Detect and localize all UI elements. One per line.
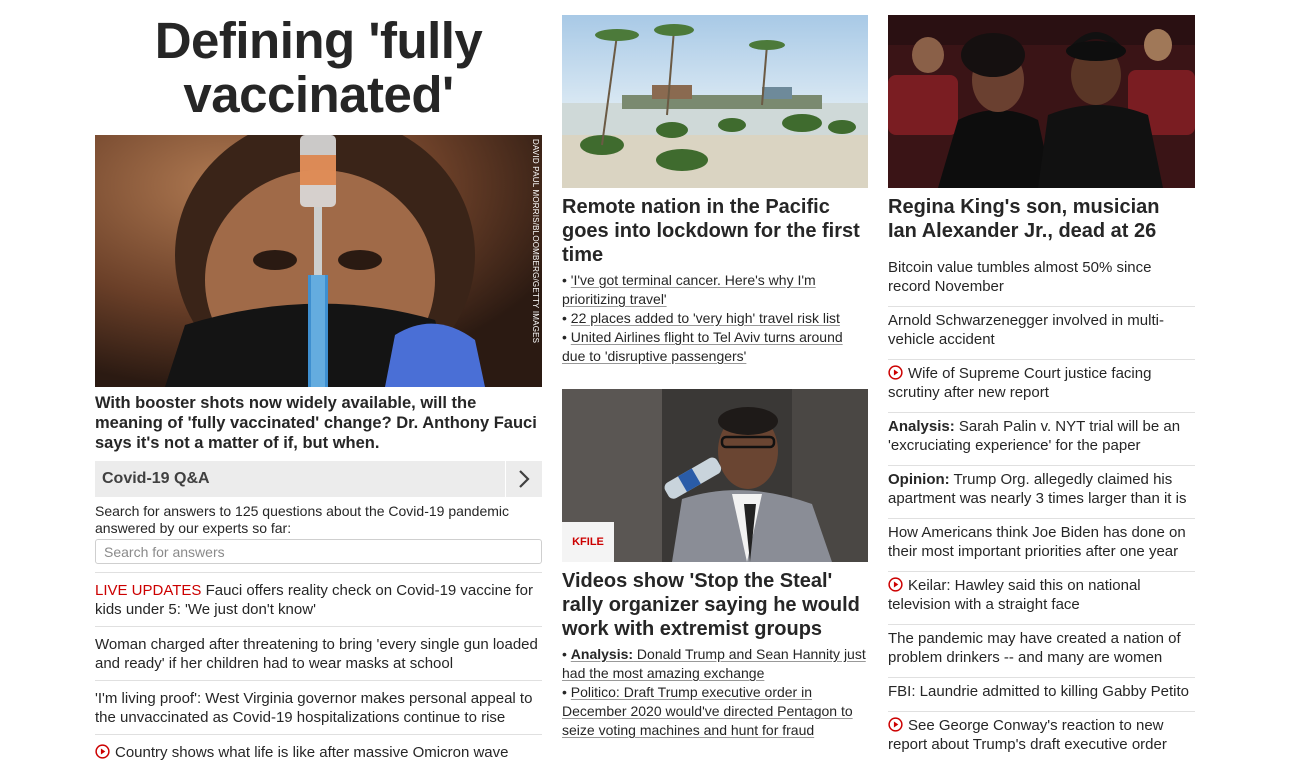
hero-headline[interactable]: Defining 'fully vaccinated' (95, 14, 542, 122)
list-item-text: 'I'm living proof': West Virginia govern… (95, 690, 533, 726)
list-item-text: See George Conway's reaction to new repo… (888, 717, 1167, 753)
list-item[interactable]: Arnold Schwarzenegger involved in multi-… (888, 307, 1195, 360)
analysis-label: Analysis: (888, 418, 955, 435)
lead-story-list: LIVE UPDATES Fauci offers reality check … (95, 572, 542, 770)
lead-story-column: Defining 'fully vaccinated' DAVID PAUL M… (95, 0, 542, 761)
related-link-item: • Analysis: Donald Trump and Sean Hannit… (562, 646, 866, 681)
list-item[interactable]: How Americans think Joe Biden has done o… (888, 519, 1195, 572)
kfile-badge: KFILE (562, 522, 614, 562)
list-item[interactable]: Bitcoin value tumbles almost 50% since r… (888, 254, 1195, 307)
related-link-item: • 22 places added to 'very high' travel … (562, 310, 840, 326)
related-link-item: • Politico: Draft Trump executive order … (562, 684, 853, 738)
story-headline[interactable]: Remote nation in the Pacific goes into l… (562, 195, 862, 267)
regina-king-image[interactable] (888, 15, 1195, 188)
list-item[interactable]: LIVE UPDATES Fauci offers reality check … (95, 572, 542, 626)
related-link[interactable]: Analysis: Donald Trump and Sean Hannity … (562, 646, 866, 681)
play-icon (888, 577, 903, 592)
chevron-right-icon[interactable] (505, 461, 542, 497)
photo-credit: DAVID PAUL MORRIS/BLOOMBERG/GETTY IMAGES (531, 139, 540, 344)
list-item[interactable]: See George Conway's reaction to new repo… (888, 712, 1195, 765)
play-icon (95, 744, 110, 759)
story-headline[interactable]: Videos show 'Stop the Steal' rally organ… (562, 569, 868, 641)
covid-qa-label: Covid-19 Q&A (102, 470, 210, 487)
list-item-text: The pandemic may have created a nation o… (888, 630, 1181, 666)
rally-organizer-image[interactable]: KFILE (562, 389, 868, 562)
list-item[interactable]: Woman charged after threatening to bring… (95, 626, 542, 680)
story-headline[interactable]: Regina King's son, musician Ian Alexande… (888, 195, 1188, 243)
hero-caption[interactable]: With booster shots now widely available,… (95, 393, 542, 453)
list-item-text: FBI: Laundrie admitted to killing Gabby … (888, 683, 1189, 700)
list-item[interactable]: Wife of Supreme Court justice facing scr… (888, 360, 1195, 413)
covid-qa-bar[interactable]: Covid-19 Q&A (95, 461, 542, 497)
hero-image[interactable]: DAVID PAUL MORRIS/BLOOMBERG/GETTY IMAGES (95, 135, 542, 387)
list-item-text: Keilar: Hawley said this on national tel… (888, 577, 1141, 613)
list-item-text: How Americans think Joe Biden has done o… (888, 524, 1186, 560)
list-item[interactable]: 'I'm living proof': West Virginia govern… (95, 680, 542, 734)
related-link[interactable]: 'I've got terminal cancer. Here's why I'… (562, 272, 816, 307)
list-item[interactable]: Analysis: Sarah Palin v. NYT trial will … (888, 413, 1195, 466)
related-link[interactable]: 22 places added to 'very high' travel ri… (571, 310, 840, 326)
list-item-text: Country shows what life is like after ma… (115, 744, 509, 761)
related-link-item: • 'I've got terminal cancer. Here's why … (562, 272, 816, 307)
covid-qa-description: Search for answers to 125 questions abou… (95, 503, 510, 536)
related-link[interactable]: Politico: Draft Trump executive order in… (562, 684, 853, 738)
list-item[interactable]: Opinion: Trump Org. allegedly claimed hi… (888, 466, 1195, 519)
play-icon (888, 365, 903, 380)
list-item[interactable]: Country shows what life is like after ma… (95, 734, 542, 770)
list-item[interactable]: FBI: Laundrie admitted to killing Gabby … (888, 678, 1195, 712)
list-item[interactable]: The pandemic may have created a nation o… (888, 625, 1195, 678)
headline-list: Bitcoin value tumbles almost 50% since r… (888, 254, 1195, 765)
related-link[interactable]: United Airlines flight to Tel Aviv turns… (562, 329, 843, 364)
related-links: • 'I've got terminal cancer. Here's why … (562, 271, 868, 366)
list-item-text: Bitcoin value tumbles almost 50% since r… (888, 259, 1152, 295)
list-item[interactable]: Keilar: Hawley said this on national tel… (888, 572, 1195, 625)
related-link-item: • United Airlines flight to Tel Aviv tur… (562, 329, 843, 364)
list-item-text: Arnold Schwarzenegger involved in multi-… (888, 312, 1164, 348)
related-links: • Analysis: Donald Trump and Sean Hannit… (562, 645, 868, 740)
list-item-text: Wife of Supreme Court justice facing scr… (888, 365, 1152, 401)
opinion-label: Opinion: (888, 471, 950, 488)
search-answers-input[interactable] (95, 539, 542, 564)
list-item-text: Woman charged after threatening to bring… (95, 636, 538, 672)
pacific-island-image[interactable] (562, 15, 868, 188)
play-icon (888, 717, 903, 732)
live-updates-label: LIVE UPDATES (95, 582, 202, 599)
analysis-label: Analysis: (570, 646, 634, 662)
